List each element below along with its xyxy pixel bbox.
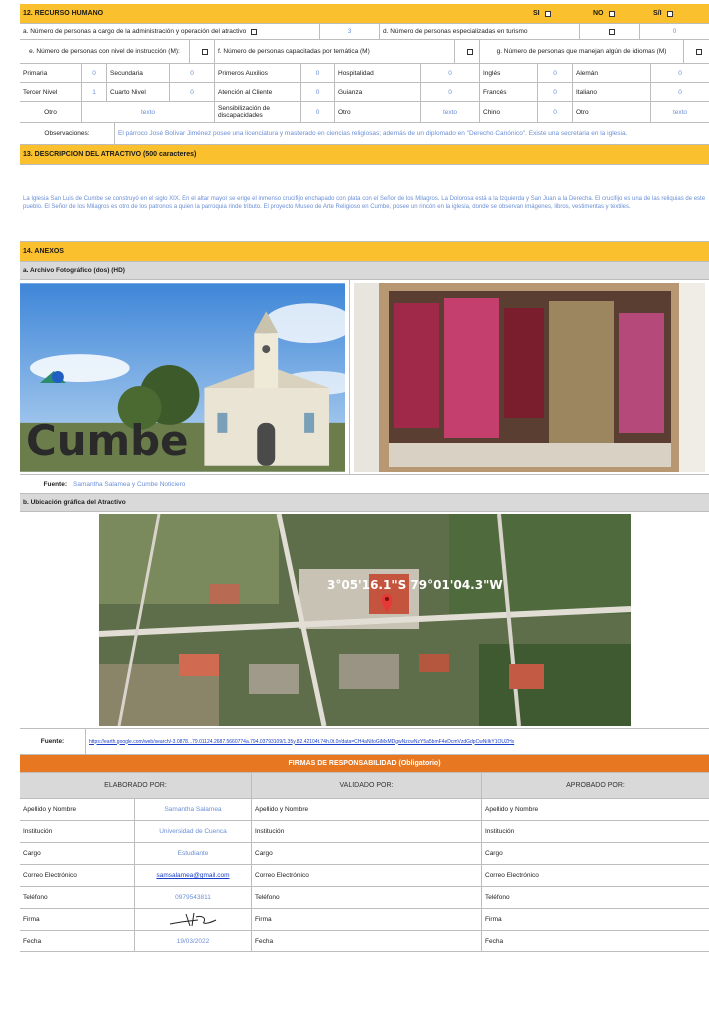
email-link[interactable]: samsalamea@gmail.com: [156, 872, 229, 879]
aprobado-header: APROBADO POR:: [566, 782, 625, 789]
no-checkbox[interactable]: [608, 10, 615, 17]
g-label: g. Número de personas que manejan algún …: [480, 40, 684, 63]
fuente-label: Fuente:: [43, 480, 67, 488]
table-row: Firma Firma Firma: [20, 909, 709, 931]
f-label: f. Número de personas capacitadas por te…: [215, 40, 455, 63]
section-14-header: 14. ANEXOS: [20, 242, 709, 262]
section-13-title: 13. DESCRIPCION DEL ATRACTIVO (500 carac…: [23, 151, 197, 158]
firmas-title: FIRMAS DE RESPONSABILIDAD (Obligatorio): [288, 760, 441, 767]
si-label: SI: [533, 10, 540, 17]
si-no-checkbox[interactable]: [666, 10, 673, 17]
map-source-link[interactable]: https://earth.google.com/web/search/-3.0…: [89, 739, 514, 745]
table-row: Primaria 0 Secundaria 0 Primeros Auxilio…: [20, 64, 709, 83]
table-row: Apellido y Nombre Samantha Salamea Apell…: [20, 799, 709, 821]
firmas-header: FIRMAS DE RESPONSABILIDAD (Obligatorio): [20, 755, 709, 773]
d-checkbox[interactable]: [609, 28, 615, 35]
table-row: Tercer Nivel 1 Cuarto Nivel 0 Atención a…: [20, 83, 709, 102]
a-checkbox[interactable]: [251, 28, 258, 35]
map-coords: 3°05'16.1"S 79°01'04.3"W: [327, 578, 503, 592]
table-row: Cargo Estudiante Cargo Cargo: [20, 843, 709, 865]
si-checkbox[interactable]: [544, 10, 551, 17]
table-row: Otro texto Sensibilización de discapacid…: [20, 102, 709, 123]
section-12-header: 12. RECURSO HUMANO SI NO S/I: [20, 4, 709, 24]
map-fuente-label: Fuente:: [20, 729, 86, 754]
section-13-header: 13. DESCRIPCION DEL ATRACTIVO (500 carac…: [20, 145, 709, 165]
museum-photo: [354, 282, 705, 472]
form-page: 12. RECURSO HUMANO SI NO S/I a. Número d…: [20, 4, 709, 952]
row-a-d: a. Número de personas a cargo de la admi…: [20, 24, 709, 40]
f-checkbox[interactable]: [466, 48, 473, 55]
a-value: 3: [320, 24, 380, 39]
section-14-title: 14. ANEXOS: [23, 248, 64, 255]
table-row: Teléfono 0979543811 Teléfono Teléfono: [20, 887, 709, 909]
table-row: Fecha 19/03/2022 Fecha Fecha: [20, 931, 709, 952]
validado-header: VALIDADO POR:: [252, 773, 482, 798]
descripcion-text: La Iglesia San Luis de Cumbe se construy…: [23, 195, 706, 210]
d-label: d. Número de personas especializadas en …: [383, 28, 528, 35]
church-photo: Cumbe: [20, 282, 345, 472]
map-header: b. Ubicación gráfica del Atractivo: [20, 494, 709, 512]
g-checkbox[interactable]: [696, 48, 702, 55]
observaciones-row: Observaciones: El párroco José Bolívar J…: [20, 123, 709, 145]
foto-header: a. Archivo Fotográfico (dos) (HD): [20, 262, 709, 280]
e-label: e. Número de personas con nivel de instr…: [20, 40, 190, 63]
table-row: Institución Universidad de Cuenca Instit…: [20, 821, 709, 843]
fuente-row: Fuente: Samantha Salamea y Cumbe Noticie…: [20, 475, 709, 494]
signature-image: [169, 912, 217, 926]
no-label: NO: [593, 10, 604, 17]
cumbe-sign: Cumbe: [26, 415, 189, 464]
section-12-title: 12. RECURSO HUMANO: [23, 10, 104, 17]
table-row: Correo Electrónico samsalamea@gmail.com …: [20, 865, 709, 887]
fuente-text: Samantha Salamea y Cumbe Noticiero: [73, 480, 186, 488]
firmas-columns: ELABORADO POR: VALIDADO POR: APROBADO PO…: [20, 773, 709, 799]
map-title: b. Ubicación gráfica del Atractivo: [23, 499, 126, 506]
e-checkbox[interactable]: [201, 48, 208, 55]
row-efg-headers: e. Número de personas con nivel de instr…: [20, 40, 709, 64]
foto-title: a. Archivo Fotográfico (dos) (HD): [23, 267, 125, 274]
map-fuente-row: Fuente: https://earth.google.com/web/sea…: [20, 729, 709, 755]
a-label: a. Número de personas a cargo de la admi…: [23, 28, 247, 35]
observaciones-label: Observaciones:: [20, 123, 115, 144]
map-row: 3°05'16.1"S 79°01'04.3"W: [20, 512, 709, 729]
satellite-map: 3°05'16.1"S 79°01'04.3"W: [98, 514, 631, 726]
si-no-label: S/I: [653, 10, 662, 17]
photos-row: Cumbe: [20, 280, 709, 475]
d-value: 0: [672, 28, 677, 35]
observaciones-text: El párroco José Bolívar Jiménez posee un…: [118, 129, 628, 137]
descripcion-row: La Iglesia San Luis de Cumbe se construy…: [20, 165, 709, 242]
elaborado-header: ELABORADO POR:: [20, 773, 252, 798]
